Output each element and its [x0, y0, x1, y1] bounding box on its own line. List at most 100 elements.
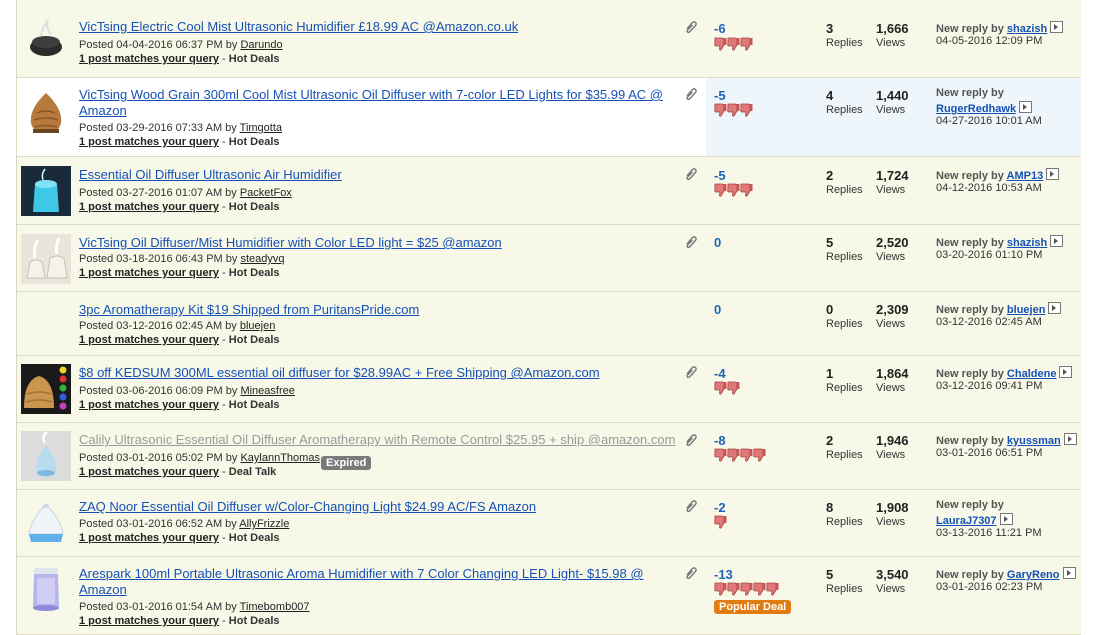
goto-last-post-icon[interactable]	[1063, 433, 1077, 445]
thumbs-down-icon	[727, 381, 740, 395]
thread-author[interactable]: Timgotta	[240, 122, 282, 134]
match-line: 1 post matches your query - Deal Talk	[79, 466, 277, 478]
goto-last-post-icon[interactable]	[1062, 567, 1076, 579]
last-reply-user[interactable]: LauraJ7307	[936, 515, 997, 527]
thread-title[interactable]: VicTsing Oil Diffuser/Mist Humidifier wi…	[79, 235, 679, 251]
stats-column: 2 Replies 1,946 Views	[826, 433, 909, 461]
attachment-icon[interactable]	[684, 365, 698, 379]
thumbs-down-group	[714, 183, 753, 197]
thread-author[interactable]: bluejen	[240, 320, 275, 332]
thumbs-down-icon	[727, 103, 740, 117]
thumbs-down-icon	[714, 582, 727, 596]
thumbs-down-group	[714, 37, 753, 51]
zaq-diffuser-icon[interactable]	[21, 498, 71, 548]
thread-author[interactable]: Darundo	[240, 39, 282, 51]
last-reply-user[interactable]: bluejen	[1007, 304, 1046, 316]
goto-last-post-icon[interactable]	[999, 513, 1013, 525]
goto-last-post-icon[interactable]	[1046, 168, 1060, 180]
goto-last-post-icon[interactable]	[1050, 235, 1064, 247]
last-post-column: New reply by RugerRedhawk 04-27-2016 10:…	[916, 78, 1081, 156]
vote-column: -4	[706, 356, 806, 422]
thumbs-down-icon	[727, 37, 740, 51]
blue-diffuser-icon[interactable]	[21, 166, 71, 216]
attachment-icon[interactable]	[684, 20, 698, 34]
wood-diffuser-icon[interactable]	[21, 87, 71, 137]
last-reply-date: 03-20-2016 01:10 PM	[936, 249, 1043, 261]
match-link[interactable]: 1 post matches your query	[79, 136, 219, 148]
match-link[interactable]: 1 post matches your query	[79, 334, 219, 346]
thread-title[interactable]: $8 off KEDSUM 300ML essential oil diffus…	[79, 365, 679, 381]
calily-diffuser-icon[interactable]	[21, 431, 71, 481]
thread-author[interactable]: PacketFox	[240, 187, 292, 199]
attachment-icon[interactable]	[684, 433, 698, 447]
thread-posted: Posted 03-29-2016 07:33 AM by Timgotta	[79, 122, 283, 134]
match-link[interactable]: 1 post matches your query	[79, 466, 219, 478]
thread-title[interactable]: VicTsing Electric Cool Mist Ultrasonic H…	[79, 19, 679, 35]
thread-author[interactable]: steadyvq	[240, 253, 284, 265]
mist-diffuser-icon[interactable]	[21, 234, 71, 284]
stats-column: 2 Replies 1,724 Views	[826, 168, 909, 196]
match-link[interactable]: 1 post matches your query	[79, 201, 219, 213]
attachment-icon[interactable]	[684, 167, 698, 181]
attachment-icon[interactable]	[684, 87, 698, 101]
thumbs-down-group	[714, 381, 740, 395]
arespark-diffuser-icon[interactable]	[21, 564, 71, 614]
thread-title[interactable]: ZAQ Noor Essential Oil Diffuser w/Color-…	[79, 499, 679, 515]
match-link[interactable]: 1 post matches your query	[79, 53, 219, 65]
expired-badge: Expired	[321, 456, 372, 470]
last-post-column: New reply by bluejen 03-12-2016 02:45 AM	[916, 292, 1081, 355]
kedsum-diffuser-icon[interactable]	[21, 364, 71, 414]
attachment-icon[interactable]	[684, 566, 698, 580]
view-count: 1,440	[876, 88, 909, 103]
goto-last-post-icon[interactable]	[1048, 302, 1062, 314]
attachment-icon[interactable]	[684, 235, 698, 249]
match-link[interactable]: 1 post matches your query	[79, 532, 219, 544]
vote-column: -13 Popular Deal	[706, 557, 806, 634]
last-reply-user[interactable]: shazish	[1007, 237, 1047, 249]
last-reply: RugerRedhawk	[936, 101, 1033, 115]
thread-score: -5	[714, 88, 726, 103]
last-post-column: New reply by Chaldene 03-12-2016 09:41 P…	[916, 356, 1081, 422]
thread-author[interactable]: AllyFrizzle	[239, 518, 289, 530]
match-link[interactable]: 1 post matches your query	[79, 399, 219, 411]
last-reply-user[interactable]: GaryReno	[1007, 569, 1060, 581]
thread-author[interactable]: KaylannThomas	[240, 452, 320, 464]
thread-author[interactable]: Mineasfree	[240, 385, 294, 397]
stats-column: 1 Replies 1,864 Views	[826, 366, 909, 394]
thread-title[interactable]: Arespark 100ml Portable Ultrasonic Aroma…	[79, 566, 679, 598]
last-reply: New reply by AMP13	[936, 168, 1060, 182]
last-reply-user[interactable]: kyussman	[1007, 435, 1061, 447]
last-reply-user[interactable]: Chaldene	[1007, 368, 1057, 380]
thread-title[interactable]: 3pc Aromatherapy Kit $19 Shipped from Pu…	[79, 302, 679, 318]
goto-last-post-icon[interactable]	[1059, 366, 1073, 378]
last-reply-date: 04-12-2016 10:53 AM	[936, 182, 1042, 194]
humidifier-dark-icon[interactable]	[21, 14, 71, 64]
thumbs-down-icon	[714, 103, 727, 117]
match-line: 1 post matches your query - Hot Deals	[79, 532, 280, 544]
last-reply-date: 03-01-2016 02:23 PM	[936, 581, 1043, 593]
thread-posted: Posted 04-04-2016 06:37 PM by Darundo	[79, 39, 283, 51]
goto-last-post-icon[interactable]	[1050, 21, 1064, 33]
attachment-icon[interactable]	[684, 499, 698, 513]
last-reply-date: 04-05-2016 12:09 PM	[936, 35, 1043, 47]
stats-column: 5 Replies 2,520 Views	[826, 235, 909, 263]
match-line: 1 post matches your query - Hot Deals	[79, 53, 280, 65]
last-reply-user[interactable]: shazish	[1007, 23, 1047, 35]
thread-title[interactable]: Calily Ultrasonic Essential Oil Diffuser…	[79, 432, 679, 448]
thread-title[interactable]: Essential Oil Diffuser Ultrasonic Air Hu…	[79, 167, 679, 183]
thumbs-down-icon	[740, 37, 753, 51]
thumbs-down-icon	[727, 183, 740, 197]
goto-last-post-icon[interactable]	[1019, 101, 1033, 113]
view-count: 1,724	[876, 168, 909, 183]
thumbs-down-group	[714, 582, 779, 596]
match-link[interactable]: 1 post matches your query	[79, 615, 219, 627]
match-link[interactable]: 1 post matches your query	[79, 267, 219, 279]
last-reply-user[interactable]: AMP13	[1007, 170, 1044, 182]
last-reply-user[interactable]: RugerRedhawk	[936, 103, 1016, 115]
vote-column: 0	[706, 292, 806, 355]
thread-row: Arespark 100ml Portable Ultrasonic Aroma…	[17, 557, 1081, 635]
view-count: 2,520	[876, 235, 909, 250]
thread-author[interactable]: Timebomb007	[240, 601, 310, 613]
last-post-column: New reply by shazish 04-05-2016 12:09 PM	[916, 0, 1081, 77]
thread-title[interactable]: VicTsing Wood Grain 300ml Cool Mist Ultr…	[79, 87, 679, 119]
